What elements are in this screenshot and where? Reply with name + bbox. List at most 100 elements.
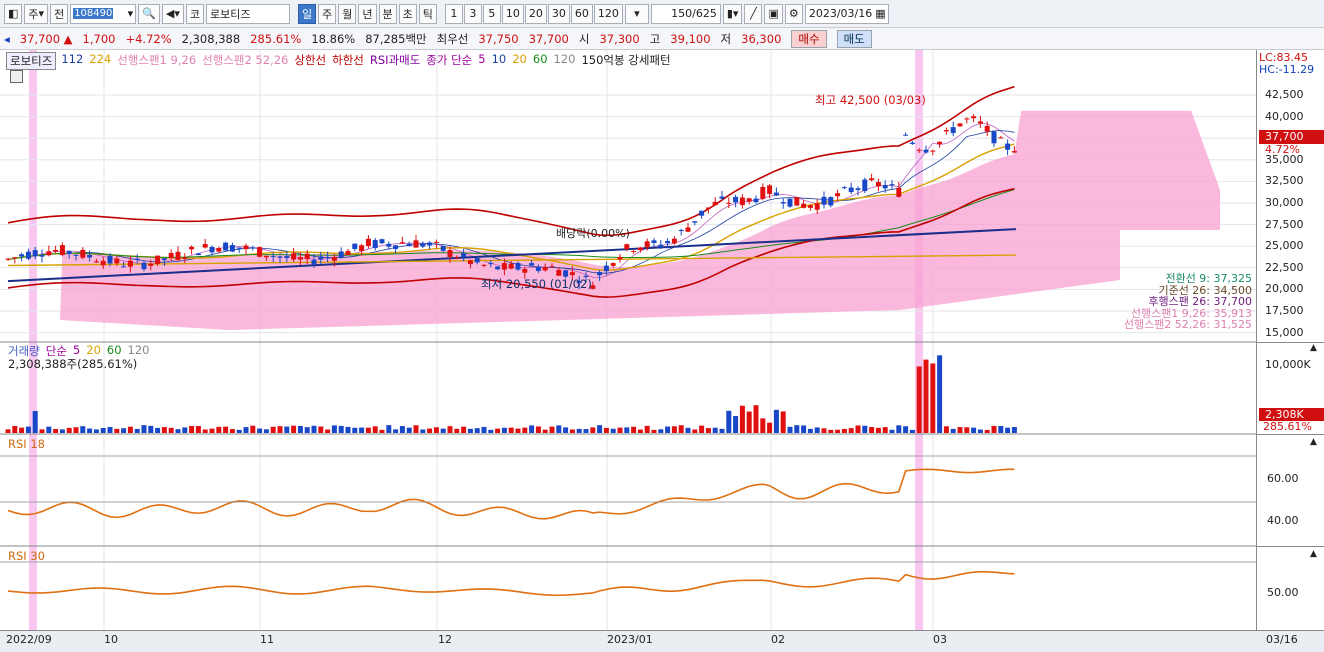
legend-item[interactable]: 선행스팬1 9,26 [117,52,196,70]
sell-button[interactable]: 매도 [836,29,872,48]
candle-body [127,260,133,267]
interval-button[interactable]: 60 [570,3,593,24]
speaker-icon[interactable]: ◀▾ [161,3,184,24]
candle-body [250,247,256,249]
search-icon[interactable]: 🔍 [138,3,160,24]
volume-bar [631,426,637,433]
candle-body [821,196,827,205]
candle-body [216,248,222,252]
stock-name-field[interactable]: 로보티즈 [206,3,290,24]
period-button[interactable]: 월 [338,3,357,24]
interval-buttons: 1 3 5 10 20 30 60 120 [444,3,623,24]
interval-button[interactable]: 30 [547,3,570,24]
save-icon[interactable]: ▣ [764,3,783,24]
volume-bar [957,427,963,433]
interval-button[interactable]: 3 [463,3,482,24]
volume-bar [760,418,766,433]
date-field[interactable]: 2023/03/16 ▦ [804,3,889,24]
draw-tool-icon[interactable]: ╱ [744,3,763,24]
legend-item[interactable]: 상한선 [294,52,326,70]
price-tick: 15,000 [1265,325,1304,339]
volume-bar [705,428,711,433]
interval-button[interactable]: 10 [501,3,524,24]
volume-bar [875,427,881,433]
candle-type-icon[interactable]: ▮▾ [722,3,743,24]
interval-button[interactable]: 120 [593,3,623,24]
gear-icon[interactable]: ⚙ [784,3,803,24]
candle-body [59,245,65,255]
period-button[interactable]: 분 [378,3,397,24]
legend-item[interactable]: 112 [61,52,83,70]
candle-body [195,253,201,256]
legend-item[interactable]: 5 [478,52,485,70]
candle-body [855,188,861,190]
candle-body [263,255,269,258]
interval-button[interactable]: 20 [524,3,547,24]
legend-item[interactable]: RSI과매도 [370,52,420,70]
volume-bar [814,427,820,433]
period-dropdown[interactable]: 주 ▾ [24,3,49,24]
price-change: 1,700 [82,31,116,46]
volume-bar [563,427,569,433]
collapse-icon[interactable]: ◂ [4,32,10,46]
legend-item[interactable]: 150억봉 강세패턴 [581,52,670,70]
volume-bar [406,427,412,433]
volume-bar [141,425,147,433]
legend-item[interactable]: 하한선 [332,52,364,70]
candle-body [930,150,936,152]
prev-button[interactable]: 전 [50,3,69,24]
candle-body [243,245,249,250]
interval-button[interactable]: 1 [444,3,463,24]
candle-body [977,121,983,124]
legend-item[interactable]: 10 [492,52,507,70]
legend-item[interactable]: 20 [512,52,527,70]
chart-canvas[interactable] [0,50,1324,630]
price-tick: 25,000 [1265,239,1304,253]
pane-collapse-icon[interactable]: ▲ [1310,343,1317,353]
candle-body [848,187,854,193]
table-icon[interactable] [10,70,23,83]
volume-bar [501,427,507,433]
candle-body [556,269,562,276]
calendar-icon[interactable]: ▦ [875,7,885,20]
chevron-down-icon[interactable]: ▾ [128,7,134,20]
time-label: 2023/01 [607,633,653,646]
legend-stock-name[interactable]: 로보티즈 [6,52,57,70]
legend-item[interactable]: 종가 단순 [426,52,472,70]
period-button[interactable]: 년 [358,3,377,24]
candle-body [121,266,127,268]
candle-body [984,125,990,132]
interval-button[interactable]: 5 [482,3,501,24]
candle-body [284,256,290,259]
candle-body [399,242,405,244]
volume-bar [46,426,52,433]
stock-code-input[interactable]: 108490 ▾ [70,3,137,24]
ichimoku-cloud [60,110,1220,330]
legend-item[interactable]: 120 [554,52,576,70]
candle-body [80,249,86,258]
volume-bar [597,425,603,433]
price-tick: 40,000 [1265,109,1304,123]
volume-value: 2,308,388주(285.61%) [8,357,138,371]
period-button[interactable]: 초 [398,3,417,24]
pane-collapse-icon[interactable]: ▲ [1310,549,1317,559]
period-button[interactable]: 틱 [418,3,437,24]
bar-count-field[interactable]: 150/625 [650,3,721,24]
candle-body [916,149,922,151]
pane-collapse-icon[interactable]: ▲ [1310,437,1317,447]
candle-body [760,186,766,199]
buy-button[interactable]: 매수 [791,29,827,48]
legend-item[interactable]: 선행스팬2 52,26 [202,52,288,70]
period-button[interactable]: 주 [318,3,337,24]
volume-bar [644,425,650,433]
interval-dropdown[interactable]: ▾ [624,3,649,24]
period-button[interactable]: 일 [298,3,317,24]
menu-icon[interactable]: ◧ [4,3,23,24]
rsi18-tick-40: 40.00 [1267,514,1299,527]
high-annotation: 최고 42,500 (03/03) [815,93,926,107]
market-button[interactable]: 코 [185,3,204,24]
candle-body [651,240,657,243]
candle-body [712,201,718,206]
legend-item[interactable]: 60 [533,52,548,70]
legend-item[interactable]: 224 [89,52,111,70]
